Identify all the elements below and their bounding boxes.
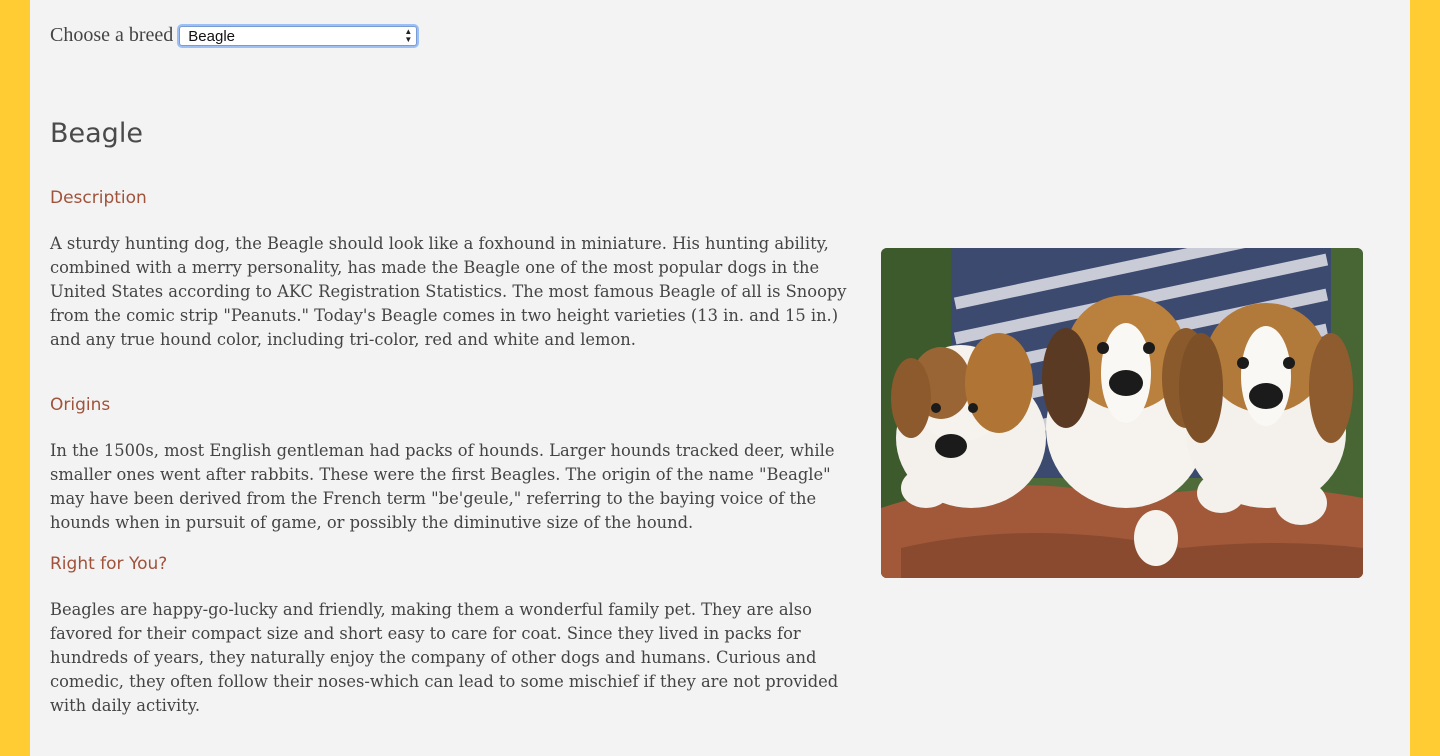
description-text: A sturdy hunting dog, the Beagle should … [50,234,847,349]
select-arrows-icon: ▲ ▼ [404,26,413,44]
origins-text: In the 1500s, most English gentleman had… [50,441,835,532]
breed-select[interactable]: Beagle ▲ ▼ [179,25,418,46]
breed-chooser-label: Choose a breed [50,24,174,46]
right-for-you-heading: Right for You? [50,554,168,574]
beagle-puppies-image [881,248,1363,578]
breed-select-value: Beagle [188,27,236,45]
content-panel: Choose a breed Beagle ▲ ▼ Beagle Descript… [30,0,1410,756]
right-for-you-text: Beagles are happy-go-lucky and friendly,… [50,600,839,715]
breed-title: Beagle [50,118,143,149]
breed-photo [881,248,1363,578]
description-heading: Description [50,188,147,208]
breed-chooser: Choose a breed Beagle ▲ ▼ [50,24,418,47]
origins-heading: Origins [50,395,111,415]
